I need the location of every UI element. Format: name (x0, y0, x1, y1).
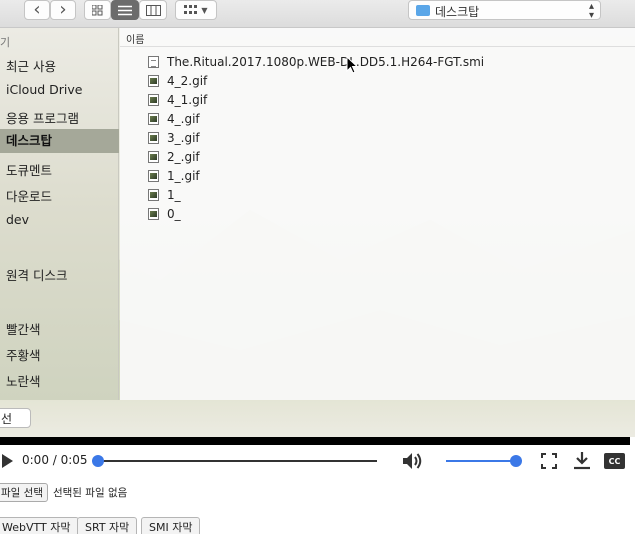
sidebar-item-downloads[interactable]: 다운로드 (6, 186, 52, 205)
file-row[interactable]: 3_.gif (148, 128, 200, 147)
list-view-button[interactable] (111, 0, 139, 20)
file-name: The.Ritual.2017.1080p.WEB-DL.DD5.1.H264-… (167, 54, 485, 69)
srt-subtitle-button[interactable]: SRT 자막 (77, 517, 138, 534)
sidebar-tag-red[interactable]: 빨간색 (6, 319, 41, 338)
chevron-right-icon: › (59, 0, 67, 20)
sidebar-header: 기 (0, 36, 11, 49)
file-input-row: 파일 선택 선택된 파일 없음 (0, 482, 128, 502)
file-open-dialog: ‹ › ▼ 데스크탑 ▴ ▾ 기 최근 사용 iCloud Drive 응용 프… (0, 0, 635, 437)
time-display: 0:00 / 0:05 (22, 453, 88, 467)
smi-subtitle-button[interactable]: SMI 자막 (141, 517, 201, 534)
image-file-icon (148, 207, 159, 220)
chevron-down-icon: ▼ (201, 5, 208, 15)
sidebar-item-documents[interactable]: 도큐멘트 (6, 160, 52, 179)
image-file-icon (148, 169, 159, 182)
sidebar-item-dev[interactable]: dev (6, 212, 29, 227)
location-popup[interactable]: 데스크탑 ▴ ▾ (408, 0, 601, 21)
file-list: 이름 The.Ritual.2017.1080p.WEB-DL.DD5.1.H2… (120, 28, 635, 400)
file-row[interactable]: 4_1.gif (148, 90, 207, 109)
sidebar: 기 최근 사용 iCloud Drive 응용 프로그램 데스크탑 도큐멘트 다… (0, 28, 119, 400)
fullscreen-icon[interactable] (541, 453, 557, 469)
file-row[interactable]: 4_2.gif (148, 71, 207, 90)
seek-bar[interactable] (97, 460, 377, 462)
dialog-toolbar: ‹ › ▼ 데스크탑 ▴ ▾ (0, 0, 635, 28)
group-menu-button[interactable]: ▼ (175, 0, 217, 20)
column-header-name[interactable]: 이름 (120, 28, 635, 47)
image-file-icon (148, 93, 159, 106)
image-file-icon (148, 150, 159, 163)
select-button[interactable]: 선 (0, 408, 31, 428)
columns-icon (145, 4, 161, 16)
column-view-button[interactable] (139, 0, 167, 20)
group-icon (184, 4, 198, 14)
file-name: 2_.gif (167, 149, 200, 164)
sidebar-item-applications[interactable]: 응용 프로그램 (6, 108, 79, 127)
chevron-left-icon: ‹ (33, 0, 41, 20)
document-icon (148, 55, 159, 68)
image-file-icon (148, 131, 159, 144)
captions-icon[interactable]: CC (604, 453, 625, 469)
location-label: 데스크탑 (435, 5, 480, 19)
updown-chevron-icon: ▴ ▾ (588, 1, 594, 21)
image-file-icon (148, 74, 159, 87)
webvtt-subtitle-button[interactable]: WebVTT 자막 (0, 517, 79, 534)
volume-slider[interactable] (446, 460, 516, 462)
screen: ‹ › ▼ 데스크탑 ▴ ▾ 기 최근 사용 iCloud Drive 응용 프… (0, 0, 635, 534)
sidebar-item-desktop[interactable]: 데스크탑 (0, 129, 119, 153)
file-row[interactable]: 1_.gif (148, 166, 200, 185)
file-status-text: 선택된 파일 없음 (52, 486, 128, 499)
dialog-footer: 선 (0, 400, 635, 437)
list-icon (118, 5, 132, 15)
video-controls: 0:00 / 0:05 CC (0, 445, 635, 477)
choose-file-button[interactable]: 파일 선택 (0, 482, 48, 502)
seek-thumb[interactable] (92, 455, 104, 467)
back-button[interactable]: ‹ (24, 0, 50, 20)
file-row[interactable]: 2_.gif (148, 147, 200, 166)
volume-icon[interactable] (402, 451, 424, 471)
file-name: 0_ (167, 206, 181, 221)
file-row[interactable]: The.Ritual.2017.1080p.WEB-DL.DD5.1.H264-… (148, 52, 484, 71)
file-name: 1_ (167, 187, 181, 202)
sidebar-item-icloud[interactable]: iCloud Drive (6, 82, 82, 97)
file-name: 4_.gif (167, 111, 200, 126)
icon-view-button[interactable] (84, 0, 111, 20)
forward-button[interactable]: › (50, 0, 76, 20)
video-frame[interactable] (0, 437, 630, 445)
play-icon[interactable] (2, 454, 13, 468)
sidebar-tag-yellow[interactable]: 노란색 (6, 371, 41, 390)
file-row[interactable]: 0_ (148, 204, 181, 223)
folder-icon (416, 5, 430, 16)
mouse-cursor-icon (346, 56, 358, 74)
file-row[interactable]: 4_.gif (148, 109, 200, 128)
sidebar-item-remote-disc[interactable]: 원격 디스크 (6, 265, 67, 284)
image-file-icon (148, 188, 159, 201)
sidebar-tag-orange[interactable]: 주황색 (6, 345, 41, 364)
download-icon[interactable] (573, 451, 591, 471)
image-file-icon (148, 112, 159, 125)
file-row[interactable]: 1_ (148, 185, 181, 204)
file-name: 4_1.gif (167, 92, 208, 107)
file-name: 3_.gif (167, 130, 200, 145)
sidebar-item-recents[interactable]: 최근 사용 (6, 56, 56, 75)
volume-thumb[interactable] (510, 455, 522, 467)
grid-icon (92, 4, 103, 15)
file-name: 4_2.gif (167, 73, 208, 88)
file-name: 1_.gif (167, 168, 200, 183)
